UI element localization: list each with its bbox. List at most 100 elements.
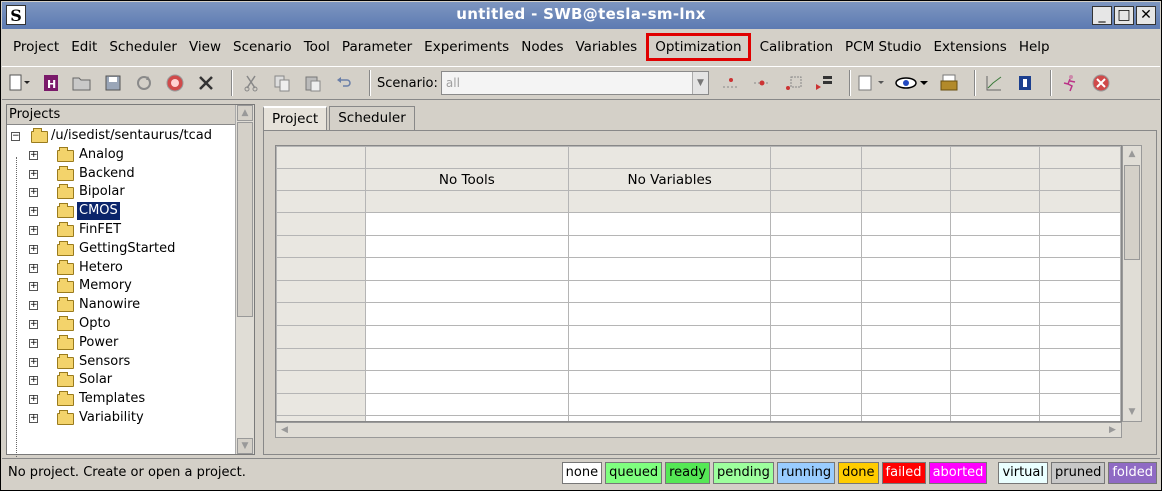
tree-item-memory[interactable]: + Memory xyxy=(7,277,235,296)
maximize-button[interactable]: □ xyxy=(1114,6,1134,25)
stop-icon[interactable] xyxy=(163,71,187,95)
tree-item-nanowire[interactable]: + Nanowire xyxy=(7,296,235,315)
menu-view[interactable]: View xyxy=(183,33,227,61)
scenario-select[interactable]: all ▼ xyxy=(440,71,709,95)
abort-icon[interactable] xyxy=(1089,71,1113,95)
menu-edit[interactable]: Edit xyxy=(65,33,103,61)
menu-scheduler[interactable]: Scheduler xyxy=(103,33,183,61)
menu-help[interactable]: Help xyxy=(1013,33,1056,61)
refresh-icon[interactable] xyxy=(132,71,156,95)
scroll-left-icon[interactable]: ◀ xyxy=(276,423,293,437)
expand-icon[interactable]: + xyxy=(29,225,38,235)
menu-experiments[interactable]: Experiments xyxy=(418,33,515,61)
open-folder-icon[interactable] xyxy=(70,71,94,95)
printer-icon[interactable] xyxy=(937,71,961,95)
tree-item-bipolar[interactable]: + Bipolar xyxy=(7,183,235,202)
scroll-right-icon[interactable]: ▶ xyxy=(1104,423,1121,437)
table-horizontal-scrollbar[interactable]: ◀ ▶ xyxy=(275,422,1122,438)
expand-icon[interactable]: + xyxy=(29,282,38,292)
menu-pcm-studio[interactable]: PCM Studio xyxy=(839,33,928,61)
run-icon[interactable] xyxy=(1058,71,1082,95)
tree-item-finfet[interactable]: + FinFET xyxy=(7,221,235,240)
eye-icon[interactable] xyxy=(894,71,930,95)
scroll-thumb[interactable] xyxy=(1124,165,1140,260)
tree-item-opto[interactable]: + Opto xyxy=(7,315,235,334)
table-row[interactable] xyxy=(276,302,1121,326)
expand-icon[interactable]: + xyxy=(29,207,38,217)
copy-icon[interactable] xyxy=(270,71,294,95)
tree-item-cmos[interactable]: + CMOS xyxy=(7,202,235,221)
minimize-button[interactable]: _ xyxy=(1092,6,1112,25)
table-vertical-scrollbar[interactable]: ▲ ▼ xyxy=(1122,145,1142,422)
chevron-down-icon[interactable]: ▼ xyxy=(691,72,708,94)
open-project-icon[interactable]: H xyxy=(39,71,63,95)
undo-icon[interactable] xyxy=(332,71,356,95)
tree-item-templates[interactable]: + Templates xyxy=(7,390,235,409)
tree-root[interactable]: − /u/isedist/sentaurus/tcad xyxy=(7,127,235,146)
view-menu-icon[interactable] xyxy=(857,71,887,95)
book-icon[interactable] xyxy=(1013,71,1037,95)
collapse-icon[interactable]: − xyxy=(11,132,20,141)
tree-item-sensors[interactable]: + Sensors xyxy=(7,353,235,372)
table-row[interactable] xyxy=(276,234,1121,259)
tree-item-hetero[interactable]: + Hetero xyxy=(7,259,235,278)
legend-pending: pending xyxy=(713,462,774,484)
expand-icon[interactable]: + xyxy=(29,169,38,179)
expand-icon[interactable]: + xyxy=(29,188,38,198)
delete-icon[interactable] xyxy=(194,71,218,95)
expand-icon[interactable]: + xyxy=(29,357,38,367)
tree-item-power[interactable]: + Power xyxy=(7,334,235,353)
tab-project[interactable]: Project xyxy=(263,106,328,131)
table-row[interactable] xyxy=(276,370,1121,394)
table-row[interactable] xyxy=(276,347,1121,372)
tree-item-analog[interactable]: + Analog xyxy=(7,146,235,165)
menu-nodes[interactable]: Nodes xyxy=(515,33,569,61)
tree-item-variability[interactable]: + Variability xyxy=(7,409,235,428)
tab-scheduler[interactable]: Scheduler xyxy=(329,106,415,130)
align-icon[interactable] xyxy=(812,71,836,95)
paste-icon[interactable] xyxy=(301,71,325,95)
tree-item-gettingstarted[interactable]: + GettingStarted xyxy=(7,240,235,259)
new-icon[interactable] xyxy=(8,71,32,95)
expand-icon[interactable]: + xyxy=(29,301,38,311)
scroll-thumb[interactable] xyxy=(237,122,253,317)
cut-icon[interactable] xyxy=(239,71,263,95)
expand-icon[interactable]: + xyxy=(29,319,38,329)
close-button[interactable]: ✕ xyxy=(1136,6,1156,25)
scroll-up-icon[interactable]: ▲ xyxy=(237,105,253,121)
table-row[interactable] xyxy=(276,257,1121,281)
add-experiment-icon[interactable] xyxy=(719,71,743,95)
expand-icon[interactable]: + xyxy=(29,413,38,423)
menu-optimization[interactable]: Optimization xyxy=(646,33,751,61)
menu-parameter[interactable]: Parameter xyxy=(336,33,418,61)
extend-icon[interactable] xyxy=(781,71,805,95)
scroll-down-icon[interactable]: ▼ xyxy=(237,438,253,454)
table-row[interactable] xyxy=(276,392,1121,417)
expand-icon[interactable]: + xyxy=(29,244,38,254)
table-row[interactable] xyxy=(276,212,1121,236)
menu-scenario[interactable]: Scenario xyxy=(227,33,298,61)
expand-icon[interactable]: + xyxy=(29,263,38,273)
menu-extensions[interactable]: Extensions xyxy=(928,33,1013,61)
table-row[interactable] xyxy=(276,324,1121,349)
projects-scrollbar[interactable]: ▲ ▼ xyxy=(235,105,254,454)
expand-icon[interactable]: + xyxy=(29,150,38,160)
menu-calibration[interactable]: Calibration xyxy=(754,33,839,61)
tree-item-solar[interactable]: + Solar xyxy=(7,371,235,390)
folder-icon xyxy=(57,240,74,256)
projects-tree: − /u/isedist/sentaurus/tcad + Analog + Bac… xyxy=(7,127,235,457)
menu-variables[interactable]: Variables xyxy=(570,33,644,61)
menu-tool[interactable]: Tool xyxy=(298,33,336,61)
expand-icon[interactable]: + xyxy=(29,338,38,348)
expand-icon[interactable]: + xyxy=(29,395,38,405)
folder-icon xyxy=(57,203,74,219)
table-row[interactable] xyxy=(276,279,1121,304)
graph-icon[interactable] xyxy=(982,71,1006,95)
add-node-icon[interactable] xyxy=(750,71,774,95)
tree-item-backend[interactable]: + Backend xyxy=(7,165,235,184)
menu-project[interactable]: Project xyxy=(7,33,65,61)
scroll-up-icon[interactable]: ▲ xyxy=(1124,146,1140,163)
expand-icon[interactable]: + xyxy=(29,376,38,386)
scroll-down-icon[interactable]: ▼ xyxy=(1124,404,1140,421)
save-icon[interactable] xyxy=(101,71,125,95)
